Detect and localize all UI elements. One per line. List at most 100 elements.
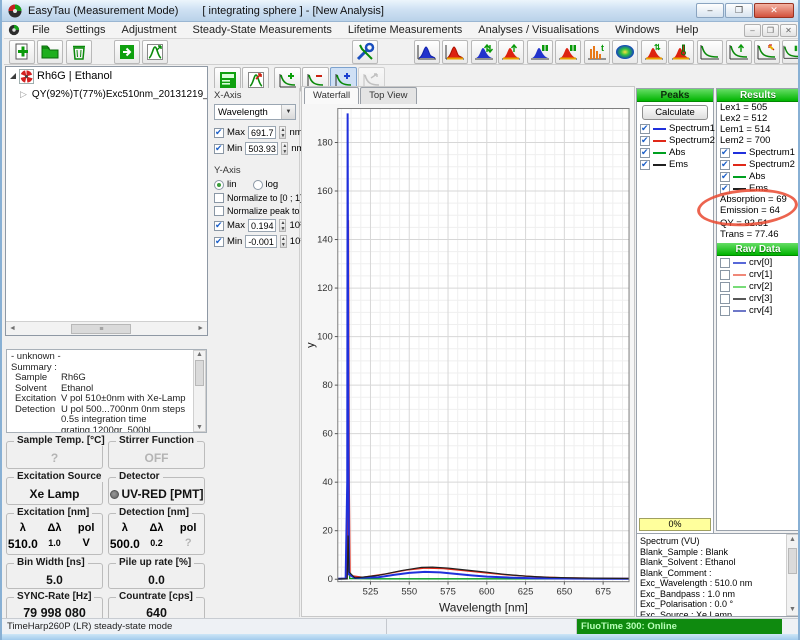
- menu-steady-state[interactable]: Steady-State Measurements: [185, 23, 340, 37]
- mdi-minimize-button[interactable]: ‒: [744, 24, 761, 37]
- emission-scan-button[interactable]: [498, 40, 524, 64]
- blue-spectrum-bars-icon: [530, 43, 550, 61]
- lin-radio[interactable]: [214, 180, 224, 190]
- peaks-spectrum2-checkbox[interactable]: [640, 136, 650, 146]
- trespectra-button[interactable]: [754, 40, 780, 64]
- menu-file[interactable]: File: [24, 23, 58, 37]
- crv0-checkbox[interactable]: [720, 258, 730, 268]
- menu-settings[interactable]: Settings: [58, 23, 114, 37]
- results-spectrum1-checkbox[interactable]: [720, 148, 730, 158]
- title-bar[interactable]: EasyTau (Measurement Mode) [ integrating…: [2, 0, 798, 22]
- decay-scan-button[interactable]: [726, 40, 752, 64]
- log-radio[interactable]: [253, 180, 263, 190]
- menu-analyses[interactable]: Analyses / Visualisations: [470, 23, 607, 37]
- decay-series-button[interactable]: [782, 40, 800, 64]
- y-max-checkbox[interactable]: [214, 221, 224, 231]
- scroll-up-arrow[interactable]: ▲: [789, 535, 796, 546]
- calculate-button[interactable]: Calculate: [642, 105, 708, 120]
- menu-windows[interactable]: Windows: [607, 23, 668, 37]
- decay-measurement-button[interactable]: [697, 40, 723, 64]
- excitation-source-value: Xe Lamp: [7, 487, 102, 501]
- decay-curve-icon: [700, 43, 720, 61]
- svg-text:Wavelength [nm]: Wavelength [nm]: [439, 600, 528, 614]
- x-min-input[interactable]: 503.93: [245, 142, 278, 155]
- crv1-checkbox[interactable]: [720, 270, 730, 280]
- menu-help[interactable]: Help: [668, 23, 707, 37]
- excitation-scan-button[interactable]: [471, 40, 497, 64]
- excitation-series-button[interactable]: [527, 40, 553, 64]
- x-max-spinner[interactable]: ▲▼: [279, 126, 286, 139]
- maximize-button[interactable]: ❐: [725, 3, 753, 18]
- peaks-ems-checkbox[interactable]: [640, 160, 650, 170]
- measurement-info-box: Spectrum (VU) Blank_Sample : Blank Blank…: [636, 533, 800, 617]
- chevron-down-icon[interactable]: ▼: [281, 105, 295, 119]
- tree-child-item[interactable]: ▷ QY(92%)T(77%)Exc510nm_20131219_1606: [6, 85, 207, 103]
- scroll-left-arrow[interactable]: ◄: [6, 325, 19, 332]
- scroll-thumb[interactable]: ≡: [71, 324, 131, 334]
- tree-expander-expanded[interactable]: [10, 73, 16, 79]
- import-data-button[interactable]: [114, 40, 140, 64]
- menu-adjustment[interactable]: Adjustment: [113, 23, 184, 37]
- close-button[interactable]: ✕: [754, 3, 794, 18]
- x-axis-mode-dropdown[interactable]: Wavelength ▼: [214, 104, 296, 120]
- y-min-input[interactable]: -0.001: [245, 235, 277, 248]
- decay-bars-icon: [783, 43, 800, 61]
- y-max-input[interactable]: 0.194: [248, 219, 277, 232]
- tree-horizontal-scrollbar[interactable]: ◄ ≡ ►: [6, 321, 207, 335]
- mdi-close-button[interactable]: ✕: [780, 24, 797, 37]
- tab-top-view[interactable]: Top View: [360, 87, 416, 104]
- x-max-input[interactable]: 691.7: [248, 126, 277, 139]
- det-pol-value: ?: [172, 537, 204, 551]
- adjustment-tools-button[interactable]: [352, 40, 378, 64]
- peaks-spectrum1-checkbox[interactable]: [640, 124, 650, 134]
- contour-plot-button[interactable]: [612, 40, 638, 64]
- crv2-checkbox[interactable]: [720, 282, 730, 292]
- y-max-spinner[interactable]: ▲▼: [279, 219, 286, 232]
- mdi-restore-button[interactable]: ❐: [762, 24, 779, 37]
- x-max-checkbox[interactable]: [214, 128, 224, 138]
- y-min-checkbox[interactable]: [214, 237, 224, 247]
- emission-series-button[interactable]: [555, 40, 581, 64]
- temperature-spectrum-button[interactable]: [668, 40, 694, 64]
- info-vertical-scrollbar[interactable]: ▲ ▼: [786, 534, 799, 616]
- summary-vertical-scrollbar[interactable]: ▲ ▼: [193, 350, 206, 432]
- anisotropy-spectrum-button[interactable]: ⇅: [641, 40, 667, 64]
- exc-wavelength-value: 510.0: [7, 537, 39, 551]
- status-fluotime-online: FluoTime 300: Online: [577, 619, 782, 634]
- tree-root-label: Rh6G | Ethanol: [37, 70, 112, 82]
- scroll-up-arrow[interactable]: ▲: [196, 351, 203, 358]
- minimize-button[interactable]: ‒: [696, 3, 724, 18]
- results-spectrum2-checkbox[interactable]: [720, 160, 730, 170]
- emission-spectrum-button[interactable]: [442, 40, 468, 64]
- scroll-down-arrow[interactable]: ▼: [789, 605, 796, 616]
- normalize-peak-checkbox[interactable]: [214, 206, 224, 216]
- x-min-spinner[interactable]: ▲▼: [281, 142, 288, 155]
- normalize-range-checkbox[interactable]: [214, 193, 224, 203]
- crv4-checkbox[interactable]: [720, 306, 730, 316]
- blue-spectrum-arrows-icon: [474, 43, 494, 61]
- results-abs-checkbox[interactable]: [720, 172, 730, 182]
- tab-waterfall[interactable]: Waterfall: [304, 87, 359, 104]
- y-min-spinner[interactable]: ▲▼: [280, 235, 287, 248]
- tree-child-label: QY(92%)T(77%)Exc510nm_20131219_1606: [32, 89, 207, 100]
- tree-expander-collapsed[interactable]: ▷: [20, 89, 27, 100]
- scroll-down-arrow[interactable]: ▼: [196, 424, 203, 431]
- spectrum-chart[interactable]: 0204060801001201401601805255505756006256…: [302, 104, 634, 615]
- tres-measurement-button[interactable]: t: [584, 40, 610, 64]
- menu-lifetime[interactable]: Lifetime Measurements: [340, 23, 470, 37]
- info-line: Blank_Solvent : Ethanol: [640, 557, 786, 568]
- results-ems-checkbox[interactable]: [720, 184, 730, 194]
- open-file-button[interactable]: [37, 40, 63, 64]
- result-emission: Emission = 64: [717, 205, 799, 216]
- export-curve-button[interactable]: [142, 40, 168, 64]
- scroll-right-arrow[interactable]: ►: [194, 325, 207, 332]
- x-min-checkbox[interactable]: [214, 144, 224, 154]
- new-measurement-button[interactable]: [9, 40, 35, 64]
- peaks-abs-checkbox[interactable]: [640, 148, 650, 158]
- import-icon: [117, 42, 137, 62]
- peaks-panel: Peaks Calculate Spectrum1 Spectrum2 Abs …: [636, 88, 714, 534]
- crv3-checkbox[interactable]: [720, 294, 730, 304]
- tree-root-item[interactable]: Rh6G | Ethanol: [6, 67, 207, 85]
- excitation-spectrum-button[interactable]: [414, 40, 440, 64]
- delete-button[interactable]: [66, 40, 92, 64]
